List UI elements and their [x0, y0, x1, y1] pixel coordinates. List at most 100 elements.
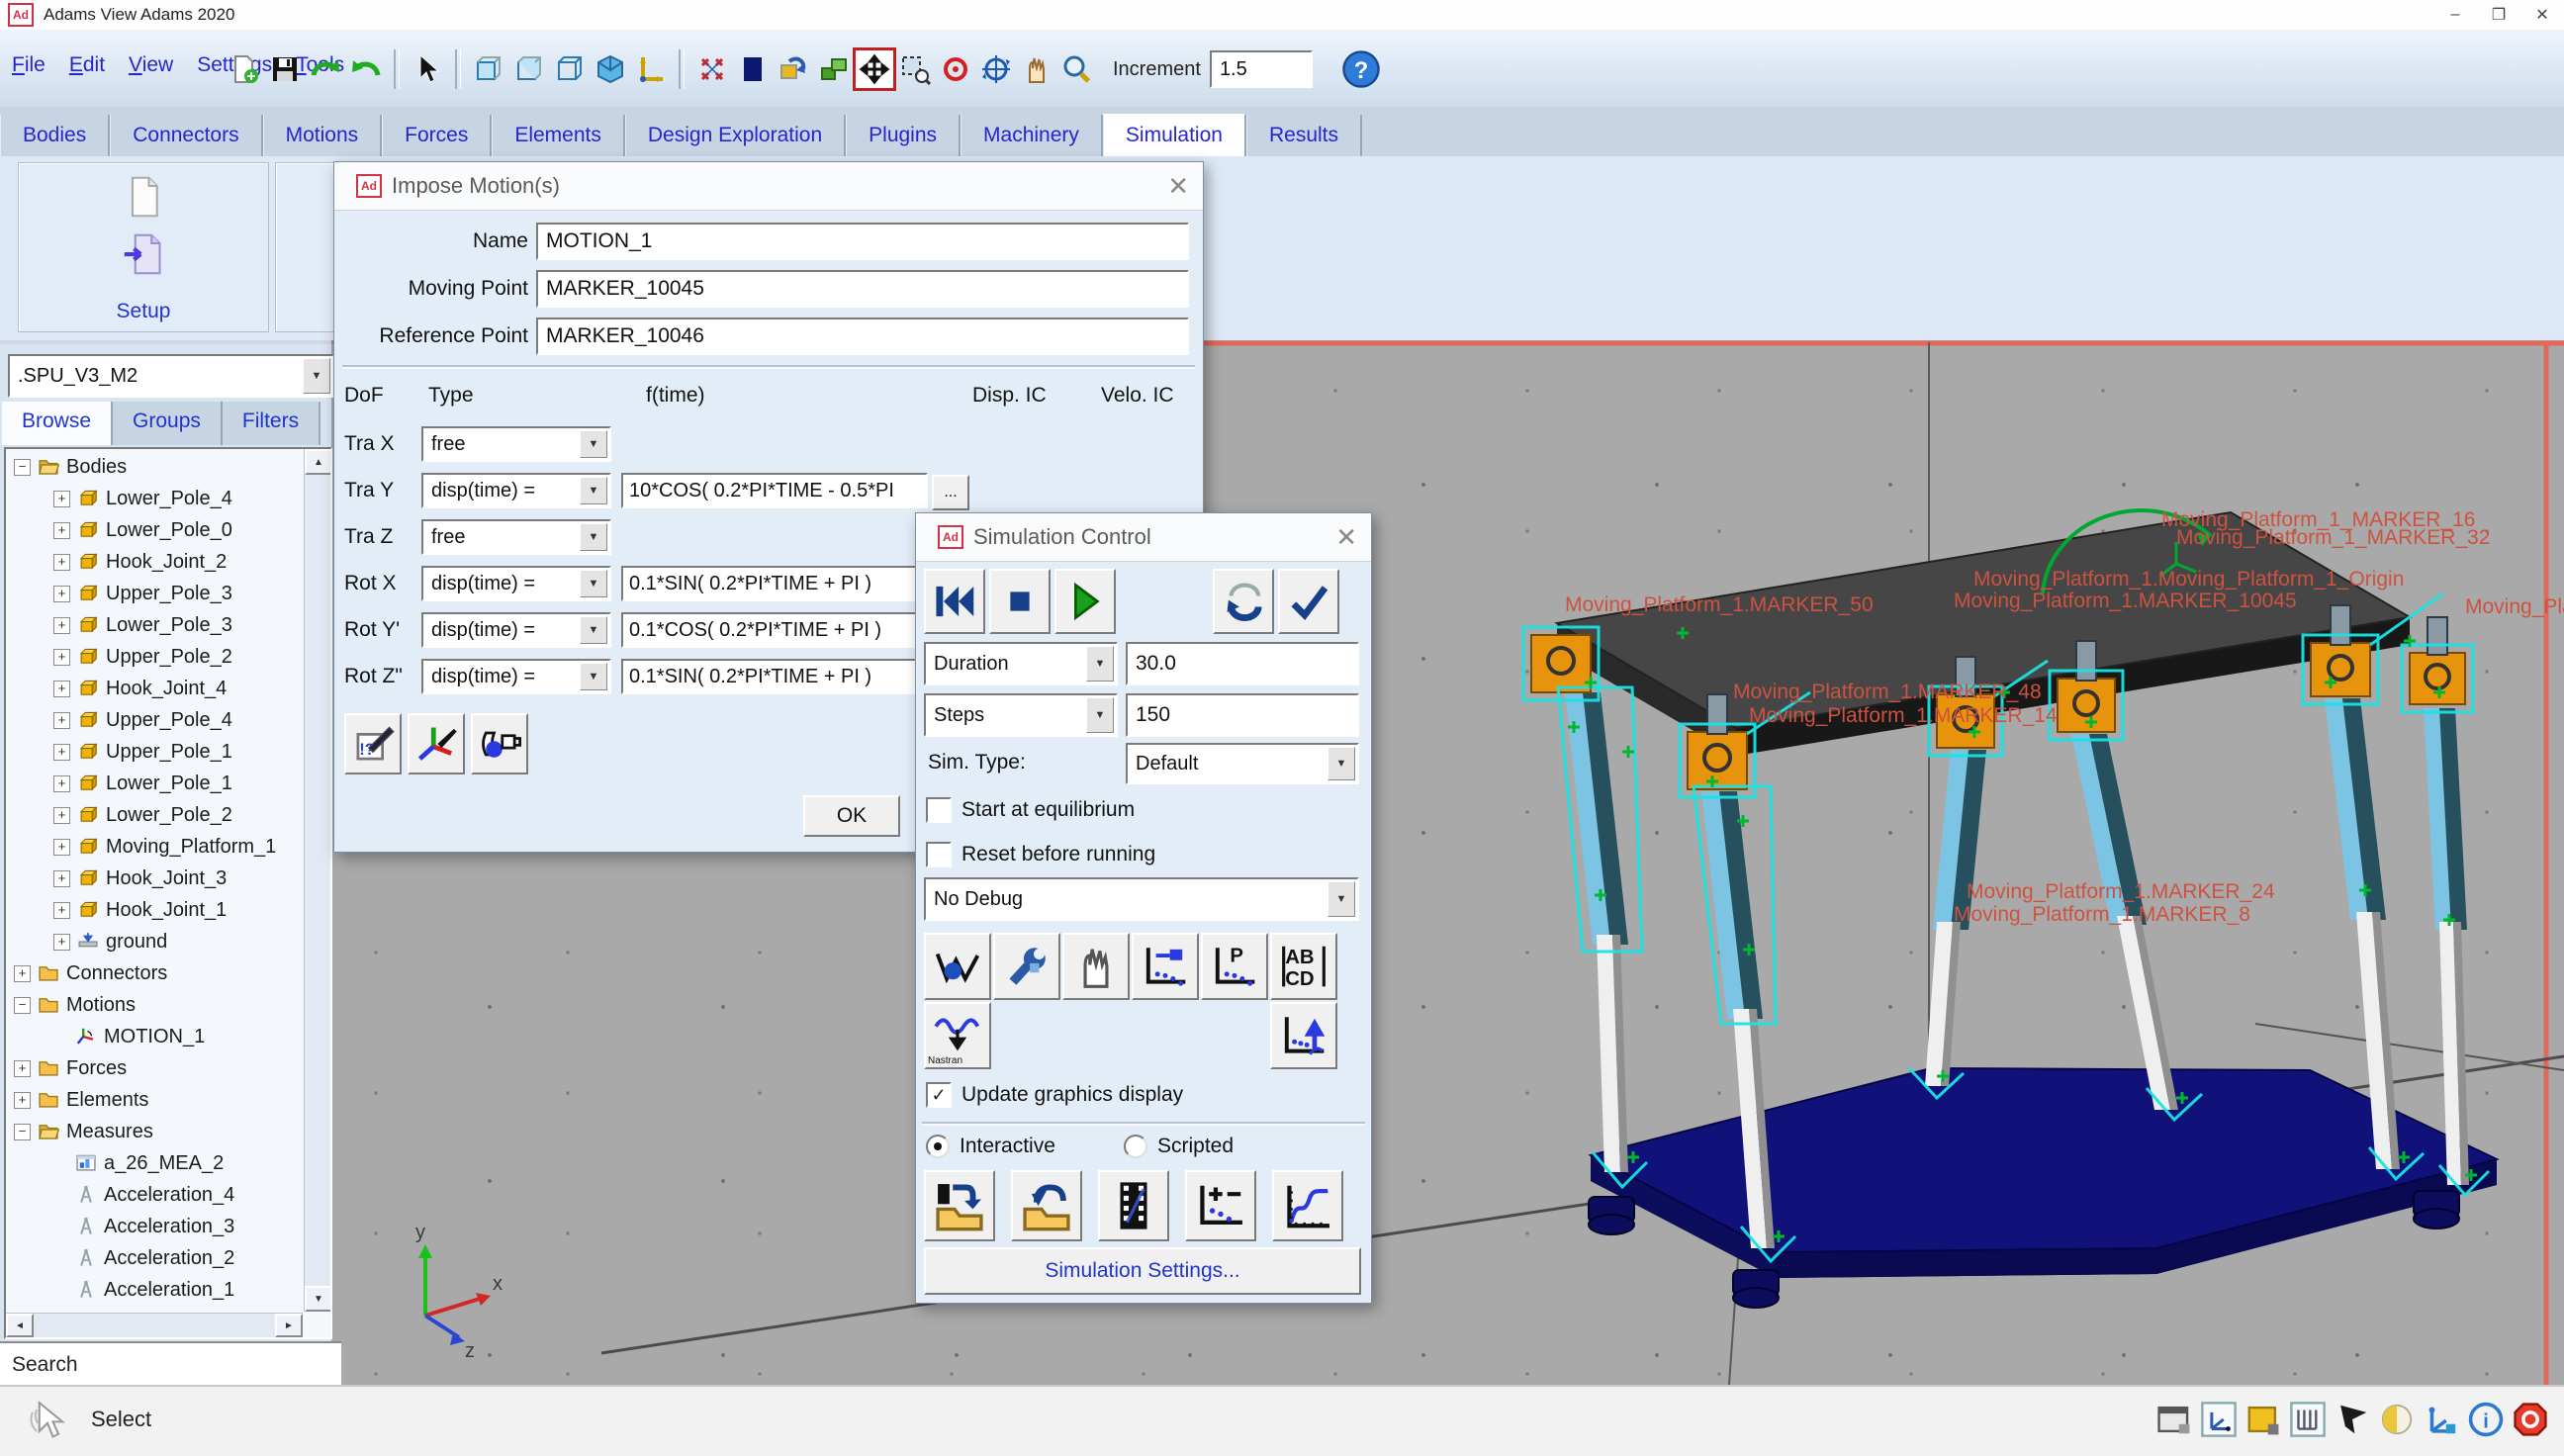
info-icon[interactable]: i	[2466, 1399, 2506, 1440]
tree-item-hook-joint-4[interactable]: +Hook_Joint_4	[6, 673, 303, 704]
tree-item-lower-pole-3[interactable]: +Lower_Pole_3	[6, 609, 303, 641]
tree-item-a-26-mea-2[interactable]: a_26_MEA_2	[6, 1147, 303, 1179]
simulation-control-title-bar[interactable]: Ad Simulation Control ✕	[916, 513, 1371, 562]
tree-item-upper-pole-4[interactable]: +Upper_Pole_4	[6, 704, 303, 736]
view-triad-icon[interactable]	[632, 50, 670, 88]
dof-type-select[interactable]: disp(time) =▼	[421, 473, 611, 508]
tab-simulation[interactable]: Simulation	[1103, 114, 1246, 156]
reference-point-input[interactable]: MARKER_10046	[536, 318, 1189, 355]
tree-item-hook-joint-2[interactable]: +Hook_Joint_2	[6, 546, 303, 578]
tree-horizontal-scrollbar[interactable]: ◄ ►	[6, 1313, 303, 1337]
scripted-radio[interactable]: Scripted	[1124, 1135, 1234, 1158]
dof-type-select[interactable]: disp(time) =▼	[421, 566, 611, 601]
tree-item-acceleration-1[interactable]: Acceleration_1	[6, 1274, 303, 1306]
reset-before-running-checkbox[interactable]: Reset before running	[926, 842, 1155, 867]
ftime-more-button[interactable]: ...	[932, 475, 969, 510]
tree-item-motions[interactable]: −Motions	[6, 989, 303, 1021]
expand-icon[interactable]: +	[53, 775, 70, 792]
grid-icon[interactable]	[2288, 1399, 2328, 1440]
scroll-right-icon[interactable]: ►	[275, 1314, 303, 1337]
steps-input[interactable]: 150	[1126, 693, 1359, 737]
sidebar-tab-filters[interactable]: Filters	[223, 402, 320, 445]
shaded-view-icon[interactable]	[592, 50, 629, 88]
menu-file[interactable]: File	[12, 53, 46, 77]
dof-type-select[interactable]: free▼	[421, 519, 611, 555]
expand-icon[interactable]: +	[53, 902, 70, 919]
abcd-text-icon[interactable]: ABCD	[1270, 933, 1337, 1000]
animation-plot-icon[interactable]	[924, 933, 991, 1000]
duration-input[interactable]: 30.0	[1126, 642, 1359, 685]
ftime-input[interactable]: 0.1*SIN( 0.2*PI*TIME + PI )	[621, 566, 928, 601]
view-top-icon[interactable]	[510, 50, 548, 88]
displacement-ic-plot-icon[interactable]	[1132, 933, 1199, 1000]
expand-icon[interactable]: +	[53, 554, 70, 571]
select-cursor-icon[interactable]	[409, 50, 446, 88]
tab-connectors[interactable]: Connectors	[110, 115, 262, 156]
expand-icon[interactable]: +	[53, 617, 70, 634]
marker-pattern-icon[interactable]	[693, 50, 731, 88]
tree-item-connectors[interactable]: +Connectors	[6, 957, 303, 989]
save-run-icon[interactable]	[924, 1170, 995, 1241]
tree-item-acceleration-2[interactable]: Acceleration_2	[6, 1242, 303, 1274]
tab-plugins[interactable]: Plugins	[846, 115, 961, 156]
dof-type-select[interactable]: free▼	[421, 426, 611, 462]
close-button[interactable]: ✕	[2520, 0, 2564, 30]
import-solver-icon[interactable]	[122, 228, 165, 280]
shade-sphere-icon[interactable]	[2377, 1399, 2417, 1440]
expand-icon[interactable]: +	[53, 712, 70, 729]
pan-hand-icon[interactable]	[1018, 50, 1055, 88]
zoom-icon[interactable]	[1058, 50, 1096, 88]
render-flag-icon[interactable]	[2333, 1399, 2372, 1440]
update-graphics-checkbox[interactable]: ✓Update graphics display	[926, 1082, 1183, 1108]
scroll-up-icon[interactable]: ▲	[305, 449, 332, 475]
scroll-left-icon[interactable]: ◄	[6, 1314, 34, 1337]
minimize-button[interactable]: –	[2433, 0, 2477, 30]
sidebar-tab-groups[interactable]: Groups	[113, 402, 223, 445]
dof-type-select[interactable]: disp(time) =▼	[421, 659, 611, 694]
undo-icon[interactable]	[347, 50, 385, 88]
tree-item-moving-platform-1[interactable]: +Moving_Platform_1	[6, 831, 303, 863]
tree-item-forces[interactable]: +Forces	[6, 1052, 303, 1084]
start-equilibrium-checkbox[interactable]: Start at equilibrium	[926, 797, 1135, 823]
expand-icon[interactable]: +	[53, 649, 70, 666]
new-analysis-icon[interactable]	[122, 171, 165, 223]
expand-icon[interactable]: +	[53, 744, 70, 761]
tree-item-hook-joint-1[interactable]: +Hook_Joint_1	[6, 894, 303, 926]
simulation-settings-button[interactable]: Simulation Settings...	[924, 1247, 1361, 1295]
expand-icon[interactable]: +	[53, 839, 70, 856]
tree-item-acceleration-4[interactable]: Acceleration_4	[6, 1179, 303, 1211]
collapse-icon[interactable]: −	[14, 1124, 31, 1140]
tab-motions[interactable]: Motions	[263, 115, 383, 156]
reset-run-icon[interactable]	[1213, 569, 1274, 634]
tree-item-lower-pole-2[interactable]: +Lower_Pole_2	[6, 799, 303, 831]
ok-button[interactable]: OK	[803, 795, 900, 837]
tab-forces[interactable]: Forces	[382, 115, 492, 156]
tree-item-ground[interactable]: +ground	[6, 926, 303, 957]
expand-icon[interactable]: +	[53, 934, 70, 951]
tab-design-exploration[interactable]: Design Exploration	[625, 115, 846, 156]
stop-sign-icon[interactable]	[2511, 1399, 2550, 1440]
plane-icon[interactable]	[734, 50, 772, 88]
rotate-view-icon[interactable]	[775, 50, 812, 88]
playback-rewind-icon[interactable]	[924, 569, 985, 634]
playback-stop-icon[interactable]	[989, 569, 1051, 634]
view-front-icon[interactable]	[470, 50, 507, 88]
maximize-button[interactable]: ❐	[2477, 0, 2520, 30]
interactive-radio[interactable]: Interactive	[926, 1135, 1055, 1158]
ftime-input[interactable]: 0.1*SIN( 0.2*PI*TIME + PI )	[621, 659, 928, 694]
playback-play-icon[interactable]	[1054, 569, 1116, 634]
duration-select[interactable]: Duration▼	[924, 642, 1118, 685]
expand-icon[interactable]: +	[14, 965, 31, 982]
marker-plot-icon[interactable]	[1270, 1002, 1337, 1069]
apply-check-icon[interactable]	[1278, 569, 1339, 634]
name-input[interactable]: MOTION_1	[536, 223, 1189, 260]
expand-icon[interactable]: +	[14, 1060, 31, 1077]
zoom-area-icon[interactable]	[896, 50, 934, 88]
tab-machinery[interactable]: Machinery	[961, 115, 1103, 156]
debug-select[interactable]: No Debug▼	[924, 877, 1359, 921]
expand-icon[interactable]: +	[53, 681, 70, 697]
import-run-icon[interactable]	[1011, 1170, 1082, 1241]
ftime-input[interactable]: 10*COS( 0.2*PI*TIME - 0.5*PI	[621, 473, 928, 508]
collapse-icon[interactable]: −	[14, 997, 31, 1014]
expand-icon[interactable]: +	[53, 870, 70, 887]
